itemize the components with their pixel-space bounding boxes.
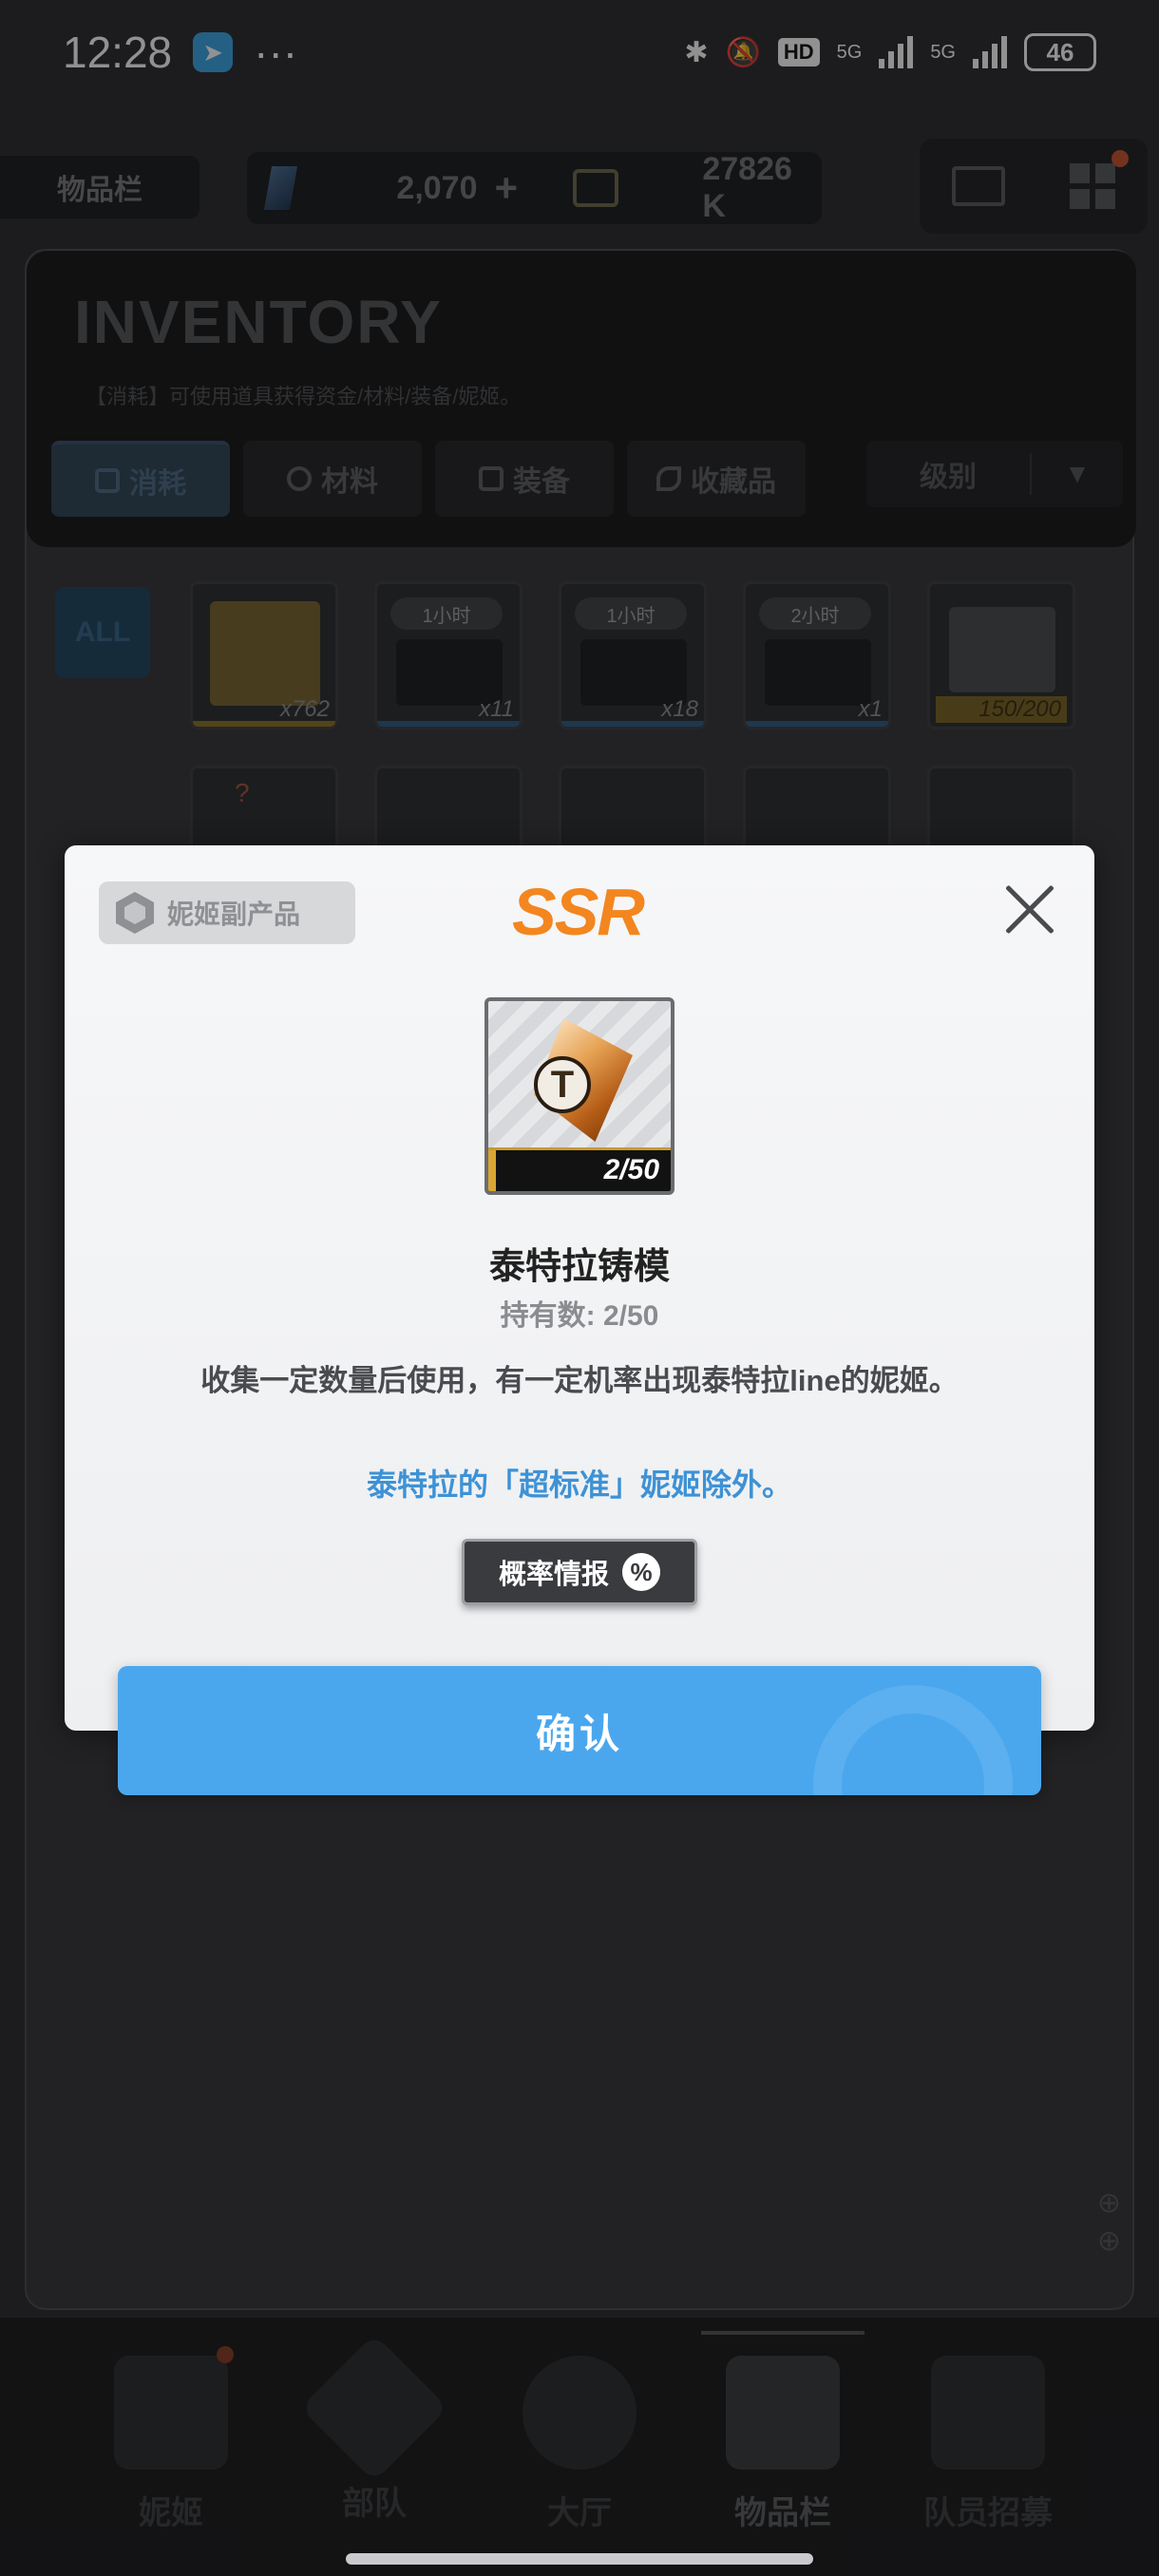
item-progress-fill [488,1150,496,1191]
item-category-tag: 妮姬副产品 [99,881,355,944]
percent-icon: % [622,1553,660,1591]
item-progress-text: 2/50 [603,1154,659,1185]
item-image: T 2/50 [484,997,674,1195]
item-name: 泰特拉铸模 [488,1247,670,1287]
item-progress-bar: 2/50 [488,1147,671,1191]
rarity-label: SSR [512,875,645,949]
hexagon-icon [116,892,154,934]
confirm-deco [813,1685,1013,1795]
probability-info-label: 概率情报 [498,1560,609,1590]
hold-count: 持有数: 2/50 [500,1300,659,1332]
item-note: 泰特拉的「超标准」妮姬除外。 [366,1468,792,1502]
confirm-button[interactable]: 确认 [118,1666,1041,1795]
confirm-label: 确认 [535,1711,623,1756]
item-detail-dialog: 妮姬副产品 SSR T 2/50 泰特拉铸模 持有数: 2/50 收集一定数量后… [65,845,1094,1731]
manufacturer-letter: T [534,1056,591,1113]
item-category-label: 妮姬副产品 [167,900,301,929]
item-description: 收集一定数量后使用，有一定机率出现泰特拉line的妮姬。 [200,1364,959,1397]
home-indicator[interactable] [346,2553,813,2565]
close-icon[interactable] [999,880,1060,940]
probability-info-button[interactable]: 概率情报 % [462,1539,697,1605]
